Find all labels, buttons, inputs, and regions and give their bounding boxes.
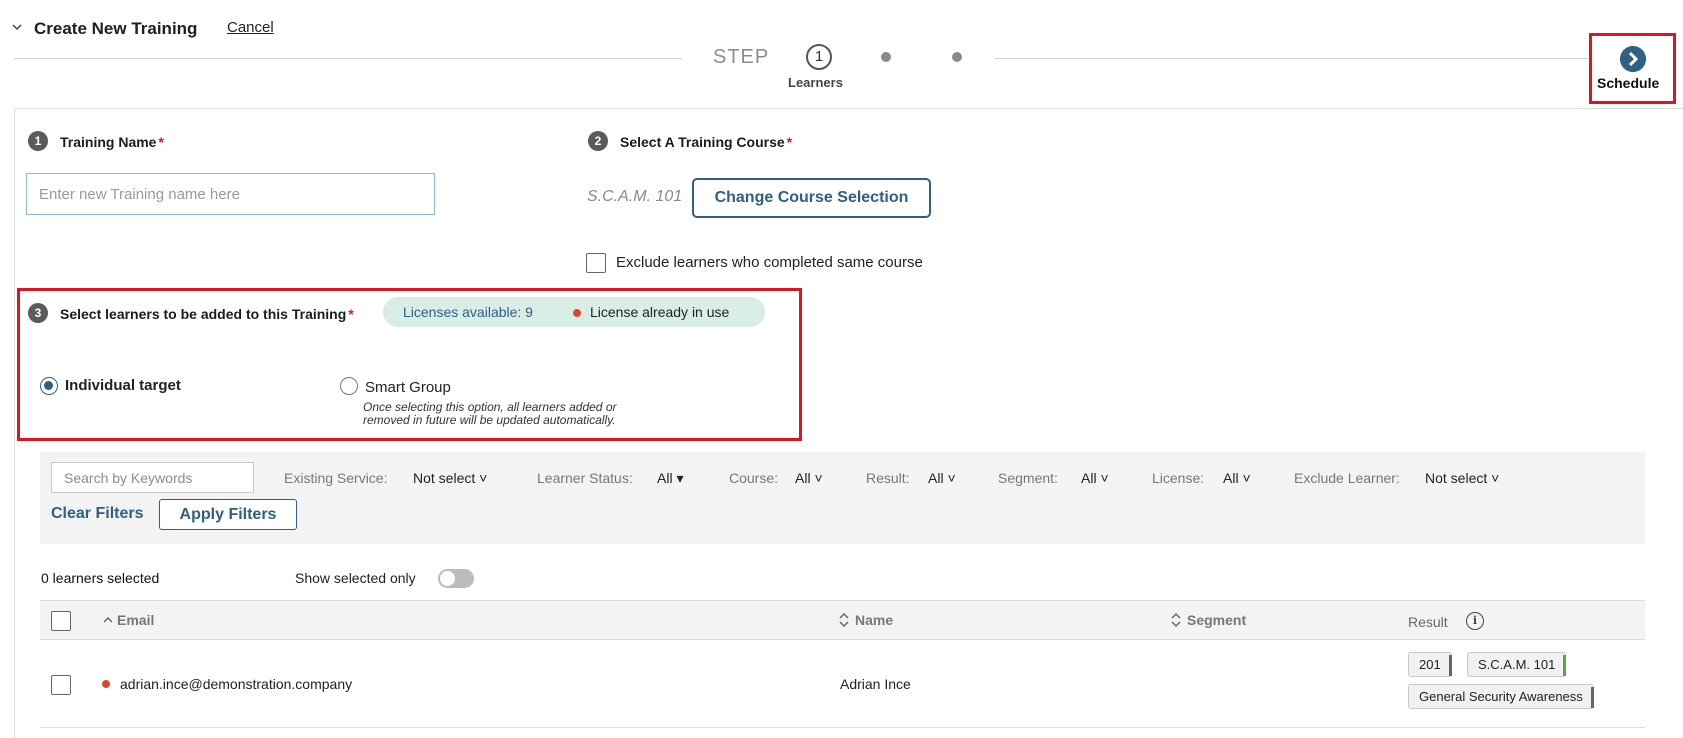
row-checkbox[interactable] (51, 675, 71, 695)
existing-service-label: Existing Service: (284, 470, 388, 486)
learners-selected-count: 0 learners selected (41, 570, 160, 586)
training-name-input[interactable] (26, 173, 435, 215)
segment-filter-label: Segment: (998, 470, 1058, 486)
stepper-current-step: 1 (806, 44, 832, 70)
column-name[interactable]: Name (855, 612, 893, 628)
sort-arrows-icon[interactable] (1170, 612, 1182, 628)
stepper-current-label: Learners (788, 75, 843, 90)
learner-status-label: Learner Status: (537, 470, 633, 486)
result-tag: General Security Awareness (1408, 684, 1594, 709)
license-in-use-dot (573, 309, 581, 317)
stepper-dot-2 (881, 52, 891, 62)
column-result: Result (1408, 614, 1448, 630)
course-filter-label: Course: (729, 470, 779, 486)
stepper-step-word: STEP (713, 46, 770, 68)
info-icon[interactable]: i (1466, 612, 1484, 630)
column-email[interactable]: Email (117, 612, 154, 628)
selected-course-name: S.C.A.M. 101 (587, 188, 683, 205)
smart-group-label[interactable]: Smart Group (365, 379, 451, 396)
chevron-up-icon[interactable] (102, 612, 114, 628)
result-tag: 201 (1408, 652, 1452, 677)
licenses-available-text: Licenses available: 9 (403, 304, 533, 320)
select-course-label: Select A Training Course * (620, 134, 793, 150)
exclude-learner-dropdown[interactable]: Not select ˅ (1425, 470, 1499, 486)
show-selected-only-toggle[interactable] (438, 569, 474, 588)
result-tag: S.C.A.M. 101 (1467, 652, 1567, 677)
stepper-dot-3 (952, 52, 962, 62)
section-number-2: 2 (588, 131, 608, 151)
exclude-completed-checkbox[interactable] (586, 253, 606, 273)
existing-service-dropdown[interactable]: Not select ˅ (413, 470, 487, 486)
cancel-link[interactable]: Cancel (227, 19, 274, 36)
training-name-label: Training Name * (60, 134, 164, 150)
select-all-checkbox[interactable] (51, 611, 71, 631)
stepper-line-left (14, 58, 682, 59)
smart-group-radio[interactable] (340, 377, 358, 395)
individual-target-label[interactable]: Individual target (65, 377, 181, 394)
row-divider (40, 727, 1645, 728)
result-filter-dropdown[interactable]: All ˅ (928, 470, 956, 486)
row-email: adrian.ince@demonstration.company (120, 676, 353, 692)
license-filter-label: License: (1152, 470, 1205, 486)
filter-bar (40, 452, 1645, 544)
exclude-learner-label: Exclude Learner: (1294, 470, 1400, 486)
license-in-use-text: License already in use (590, 304, 730, 320)
course-filter-dropdown[interactable]: All ˅ (795, 470, 823, 486)
chevron-right-circle-icon[interactable] (1620, 46, 1646, 72)
learner-status-dropdown[interactable]: All ▾ (657, 470, 683, 487)
smart-group-help-text: Once selecting this option, all learners… (363, 400, 617, 427)
clear-filters-link[interactable]: Clear Filters (51, 505, 143, 523)
individual-target-radio[interactable] (40, 377, 58, 395)
license-filter-dropdown[interactable]: All ˅ (1223, 470, 1251, 486)
required-mark: * (158, 134, 164, 150)
column-segment[interactable]: Segment (1187, 612, 1246, 628)
license-in-use-dot (102, 680, 110, 688)
row-name: Adrian Ince (840, 676, 911, 692)
apply-filters-button[interactable]: Apply Filters (159, 499, 297, 530)
result-filter-label: Result: (866, 470, 910, 486)
select-learners-label: Select learners to be added to this Trai… (60, 306, 354, 322)
required-mark: * (786, 134, 793, 150)
segment-filter-dropdown[interactable]: All ˅ (1081, 470, 1109, 486)
exclude-completed-label: Exclude learners who completed same cour… (616, 254, 923, 271)
stepper-line-right (994, 58, 1590, 59)
keyword-search-input[interactable] (51, 462, 254, 493)
required-mark: * (348, 306, 354, 322)
schedule-label[interactable]: Schedule (1597, 75, 1659, 91)
section-number-3: 3 (28, 303, 48, 323)
change-course-button[interactable]: Change Course Selection (692, 178, 931, 218)
page-title: Create New Training (34, 19, 198, 38)
chevron-down-icon[interactable] (12, 22, 22, 32)
sort-arrows-icon[interactable] (838, 612, 850, 628)
show-selected-only-label: Show selected only (295, 570, 416, 586)
section-number-1: 1 (28, 131, 48, 151)
